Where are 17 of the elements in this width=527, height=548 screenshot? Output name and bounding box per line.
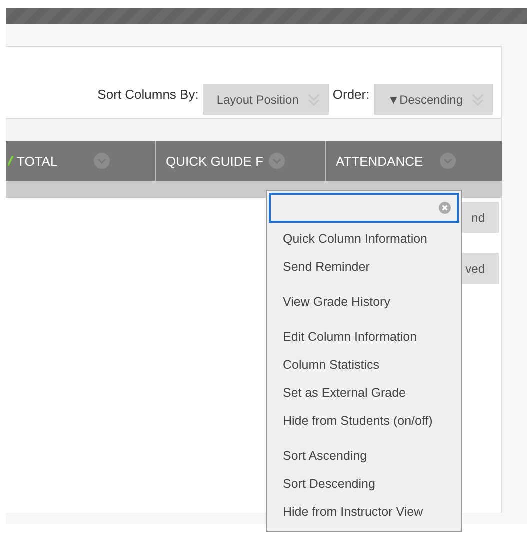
menu-item[interactable]: Edit Column Information bbox=[269, 323, 459, 351]
order-label: Order: bbox=[332, 86, 370, 102]
column-header[interactable]: ATTENDANCE bbox=[336, 154, 440, 168]
clear-icon[interactable] bbox=[439, 202, 451, 214]
menu-item[interactable]: Sort Ascending bbox=[269, 442, 459, 470]
column-header[interactable]: TOTAL bbox=[17, 154, 94, 168]
search-field[interactable] bbox=[269, 193, 459, 223]
menu-item[interactable]: Hide from Students (on/off) bbox=[269, 407, 459, 435]
sort-dropdown[interactable]: Layout Position bbox=[202, 84, 329, 115]
order-dropdown[interactable]: ▼Descending bbox=[374, 84, 493, 115]
menu-item[interactable]: Column Statistics bbox=[269, 351, 459, 379]
column-header[interactable]: QUICK GUIDE F bbox=[166, 154, 269, 168]
menu-item[interactable]: Hide from Instructor View bbox=[269, 498, 459, 526]
menu-item[interactable]: Sort Descending bbox=[269, 470, 459, 498]
sort-label: Sort Columns By: bbox=[98, 86, 199, 102]
menu-item[interactable]: Set as External Grade bbox=[269, 379, 459, 407]
menu-item[interactable]: View Grade History bbox=[269, 288, 459, 316]
